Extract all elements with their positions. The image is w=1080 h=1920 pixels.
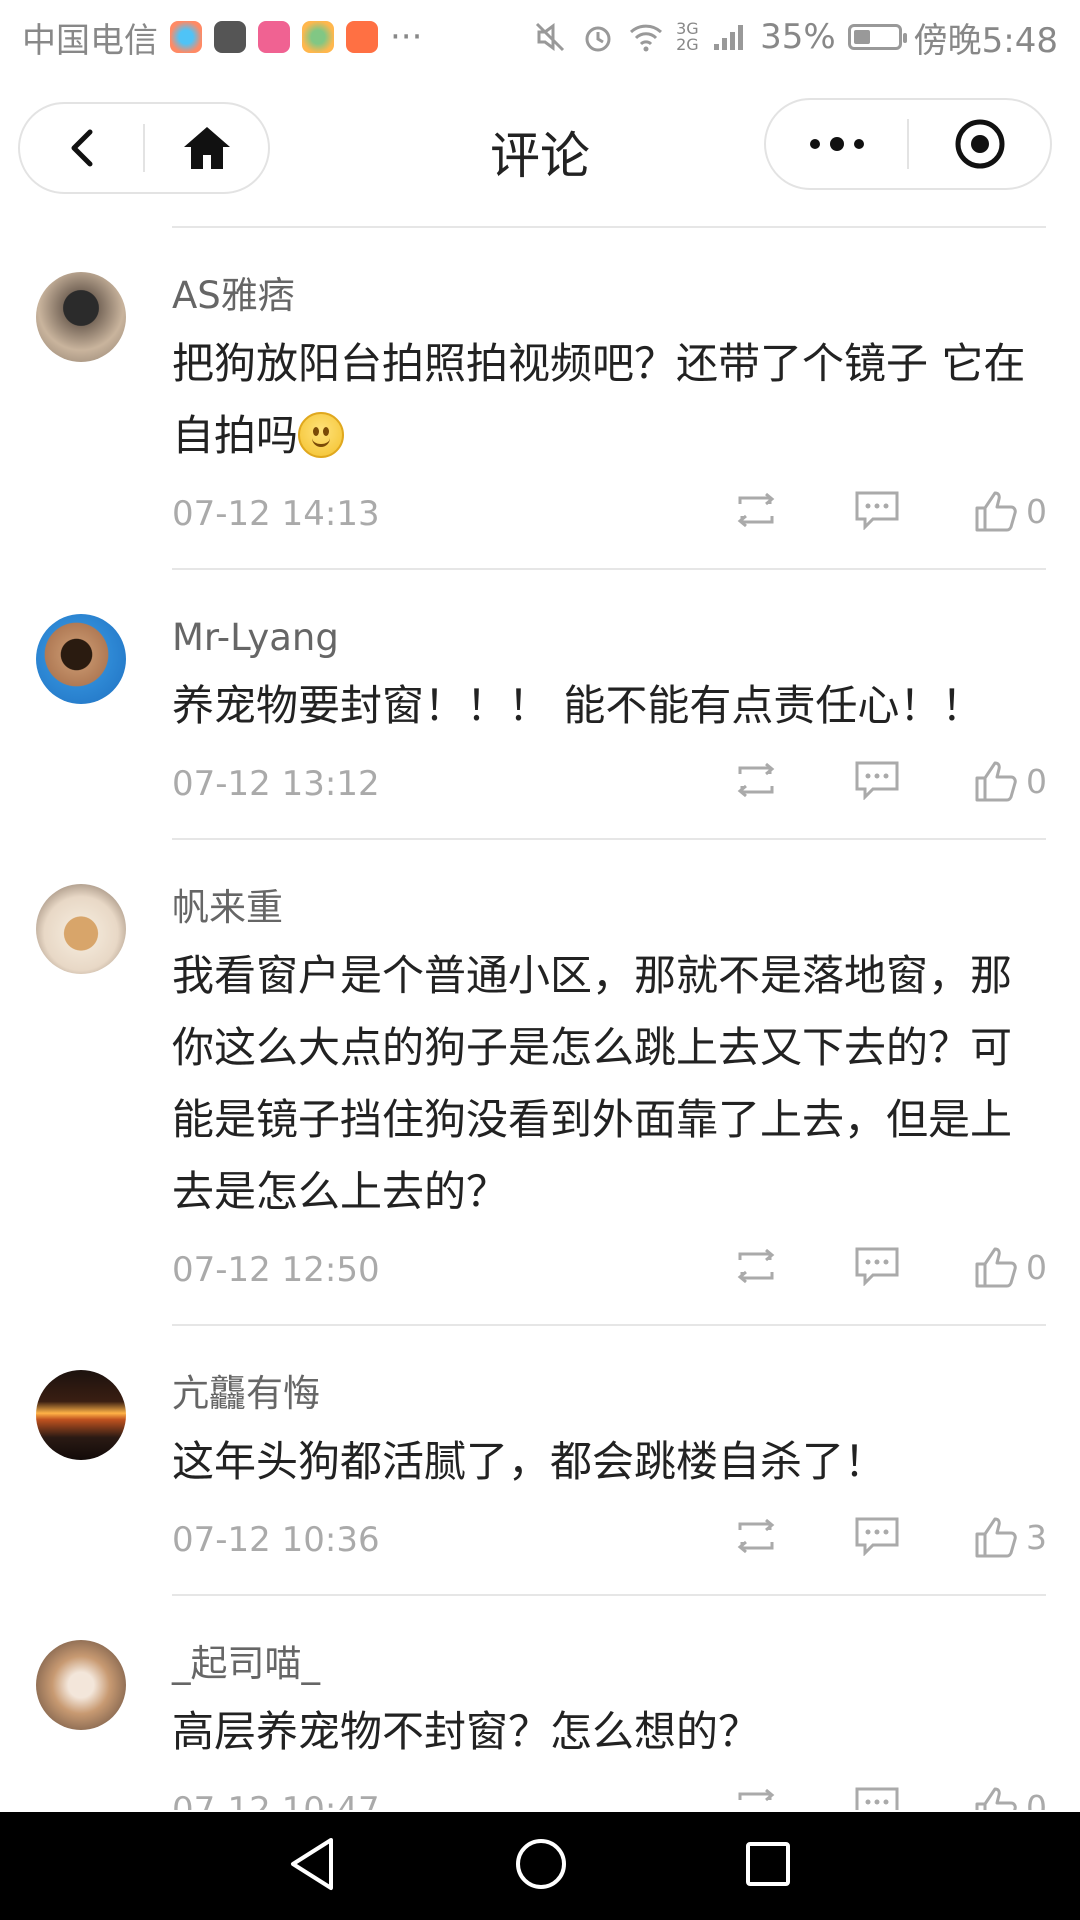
repost-button[interactable] xyxy=(732,1246,780,1286)
comment-icon xyxy=(855,1247,899,1286)
thumbs-up-icon xyxy=(975,1517,1017,1558)
reply-button[interactable] xyxy=(854,760,900,800)
thumbs-up-icon xyxy=(975,1787,1017,1810)
thumbs-up-icon xyxy=(975,761,1017,802)
like-count: 0 xyxy=(1026,491,1047,531)
network-label: 3G 2G xyxy=(676,19,699,54)
comment-item: 帆来重 我看窗户是个普通小区，那就不是落地窗，那你这么大点的狗子是怎么跳上去又下… xyxy=(0,840,1080,1326)
comment-time: 07-12 14:13 xyxy=(172,494,380,534)
target-icon xyxy=(955,119,1004,169)
repost-button[interactable] xyxy=(732,490,780,530)
reply-button[interactable] xyxy=(854,490,900,530)
comment-icon xyxy=(855,1787,899,1810)
avatar[interactable] xyxy=(36,884,126,974)
carrier-label: 中国电信 xyxy=(22,20,158,61)
alarm-icon xyxy=(580,19,616,55)
comment-item: 亢龘有悔 这年头狗都活腻了，都会跳楼自杀了！ 07-12 10:36 3 xyxy=(0,1326,1080,1596)
like-button[interactable]: 0 xyxy=(974,490,1047,532)
system-recents-button[interactable] xyxy=(743,1839,793,1893)
clock: 傍晚5:48 xyxy=(913,20,1058,61)
tiktok-icon xyxy=(214,21,246,53)
like-count: 3 xyxy=(1026,1517,1047,1557)
reply-button[interactable] xyxy=(854,1246,900,1286)
comment-item: _起司喵_ 高层养宠物不封窗？怎么想的？ 07-12 10:47 0 xyxy=(0,1596,1080,1810)
repost-icon xyxy=(738,1788,775,1802)
comment-meta: 07-12 14:13 0 xyxy=(172,491,1047,534)
comment-icon xyxy=(855,1517,899,1556)
circle-home-icon xyxy=(516,1839,566,1889)
avatar[interactable] xyxy=(36,1370,126,1460)
more-button[interactable] xyxy=(766,100,907,188)
like-button[interactable]: 3 xyxy=(974,1516,1047,1558)
like-button[interactable]: 0 xyxy=(974,1246,1047,1288)
comment-meta: 07-12 13:12 0 xyxy=(172,761,1047,804)
navigation-bar: 评论 xyxy=(0,96,1080,204)
comment-list[interactable]: AS雅痞 把狗放阳台拍照拍视频吧？还带了个镜子 它在自拍吗 07-12 14:1… xyxy=(0,228,1080,1810)
weibo-icon xyxy=(346,21,378,53)
comment-text: 这年头狗都活腻了，都会跳楼自杀了！ xyxy=(172,1437,887,1486)
avatar[interactable] xyxy=(36,272,126,362)
repost-icon xyxy=(737,492,775,528)
comment-meta: 07-12 12:50 0 xyxy=(172,1247,1047,1290)
status-bar: 中国电信 ··· 3G 2G 35% 傍晚5:48 xyxy=(0,0,1080,74)
comment-icon xyxy=(855,491,899,530)
comment-time: 07-12 10:47 xyxy=(172,1790,380,1810)
like-button[interactable]: 0 xyxy=(974,760,1047,802)
like-count: 0 xyxy=(1026,1247,1047,1287)
more-notifications: ··· xyxy=(390,17,423,57)
more-icon xyxy=(809,137,864,151)
triangle-back-icon xyxy=(291,1838,333,1890)
smile-emoji-icon xyxy=(298,412,345,458)
system-home-button[interactable] xyxy=(513,1836,569,1896)
comment-text: 我看窗户是个普通小区，那就不是落地窗，那你这么大点的狗子是怎么跳上去又下去的？可… xyxy=(172,951,1013,1216)
reply-button[interactable] xyxy=(854,1786,900,1810)
reply-button[interactable] xyxy=(854,1516,900,1556)
username[interactable]: 亢龘有悔 xyxy=(172,1370,1046,1418)
comment-icon xyxy=(855,761,899,800)
square-recents-icon xyxy=(746,1842,790,1886)
username[interactable]: 帆来重 xyxy=(172,884,1046,932)
comment-text: 高层养宠物不封窗？怎么想的？ xyxy=(172,1707,761,1756)
repost-icon xyxy=(737,1518,775,1554)
wifi-icon xyxy=(628,19,664,55)
username[interactable]: AS雅痞 xyxy=(172,272,1046,320)
app-icon-1 xyxy=(170,21,202,53)
avatar[interactable] xyxy=(36,1640,126,1730)
comment-text: 把狗放阳台拍照拍视频吧？还带了个镜子 它在自拍吗 xyxy=(172,328,1046,472)
system-back-button[interactable] xyxy=(287,1836,339,1896)
thumbs-up-icon xyxy=(975,491,1017,532)
app-icon-3 xyxy=(258,21,290,53)
comment-time: 07-12 13:12 xyxy=(172,764,380,804)
repost-icon xyxy=(737,1248,775,1284)
comment-item: Mr-Lyang 养宠物要封窗！！！ 能不能有点责任心！！ 07-12 13:1… xyxy=(0,570,1080,840)
comment-item: AS雅痞 把狗放阳台拍照拍视频吧？还带了个镜子 它在自拍吗 07-12 14:1… xyxy=(0,228,1080,570)
username[interactable]: _起司喵_ xyxy=(172,1640,1046,1688)
like-count: 0 xyxy=(1026,761,1047,801)
comment-meta: 07-12 10:36 3 xyxy=(172,1517,1047,1560)
comment-time: 07-12 10:36 xyxy=(172,1520,380,1560)
battery-percent: 35% xyxy=(760,17,836,57)
system-navigation-bar xyxy=(0,1812,1080,1920)
signal-icon xyxy=(712,19,748,55)
comment-meta: 07-12 10:47 0 xyxy=(172,1787,1047,1810)
comment-time: 07-12 12:50 xyxy=(172,1250,380,1290)
username[interactable]: Mr-Lyang xyxy=(172,614,1046,662)
repost-icon xyxy=(737,762,775,798)
battery-icon xyxy=(847,24,907,50)
close-miniprogram-button[interactable] xyxy=(909,100,1050,188)
thumbs-up-icon xyxy=(975,1247,1017,1288)
like-button[interactable]: 0 xyxy=(974,1786,1047,1810)
like-count: 0 xyxy=(1026,1787,1047,1811)
mute-icon xyxy=(532,19,568,55)
avatar[interactable] xyxy=(36,614,126,704)
repost-button[interactable] xyxy=(732,760,780,800)
repost-button[interactable] xyxy=(732,1786,780,1810)
repost-button[interactable] xyxy=(732,1516,780,1556)
comment-text: 养宠物要封窗！！！ 能不能有点责任心！！ xyxy=(172,681,984,730)
nav-capsule-right xyxy=(764,98,1052,190)
app-icon-4 xyxy=(302,21,334,53)
